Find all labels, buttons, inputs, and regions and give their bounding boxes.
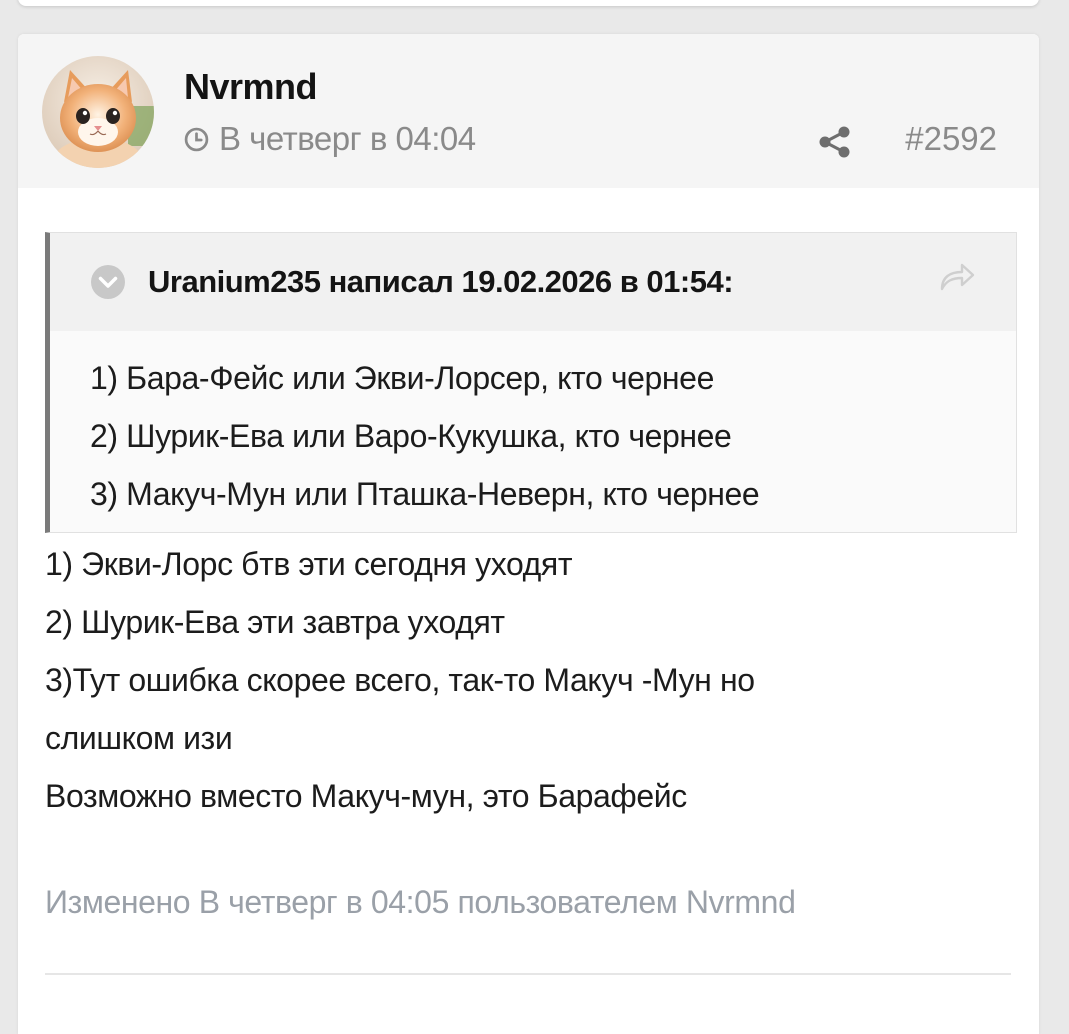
post-card: Nvrmnd В четверг в 04:04 #2592 Uranium23…	[18, 34, 1039, 1034]
author-avatar[interactable]	[42, 56, 154, 168]
quote-line: 2) Шурик-Ева или Варо-Кукушка, кто черне…	[90, 418, 732, 454]
chevron-down-circle-icon[interactable]	[90, 264, 126, 300]
quote-line: 1) Бара-Фейс или Экви-Лорсер, кто чернее	[90, 360, 714, 396]
message-line: 1) Экви-Лорс бтв эти сегодня уходят	[45, 546, 573, 582]
post-timestamp[interactable]: В четверг в 04:04	[184, 120, 476, 158]
post-footer-divider	[45, 973, 1011, 975]
quote-block: Uranium235 написал 19.02.2026 в 01:54: 1…	[45, 232, 1017, 533]
clock-icon	[184, 127, 209, 151]
quote-header[interactable]: Uranium235 написал 19.02.2026 в 01:54:	[50, 233, 1016, 331]
message-line: 3)Тут ошибка скорее всего, так-то Макуч …	[45, 662, 755, 698]
message-line: слишком изи	[45, 720, 233, 756]
post-number-link[interactable]: #2592	[905, 120, 997, 158]
reply-arrow-icon[interactable]	[938, 261, 976, 293]
quote-body: 1) Бара-Фейс или Экви-Лорсер, кто чернее…	[90, 349, 760, 523]
quote-author-line: Uranium235 написал 19.02.2026 в 01:54:	[148, 264, 734, 299]
message-line: 2) Шурик-Ева эти завтра уходят	[45, 604, 505, 640]
kitten-avatar-image	[42, 56, 154, 168]
quote-line: 3) Макуч-Мун или Пташка-Неверн, кто черн…	[90, 476, 760, 512]
post-header: Nvrmnd В четверг в 04:04 #2592	[18, 34, 1039, 188]
message-line: Возможно вместо Макуч-мун, это Барафейс	[45, 778, 687, 814]
message-body: 1) Экви-Лорс бтв эти сегодня уходят 2) Ш…	[45, 535, 755, 825]
edited-note: Изменено В четверг в 04:05 пользователем…	[45, 884, 796, 920]
post-time-text: В четверг в 04:04	[219, 120, 476, 157]
author-name[interactable]: Nvrmnd	[184, 66, 318, 108]
previous-post-card-edge	[18, 0, 1039, 6]
share-icon[interactable]	[818, 125, 852, 159]
